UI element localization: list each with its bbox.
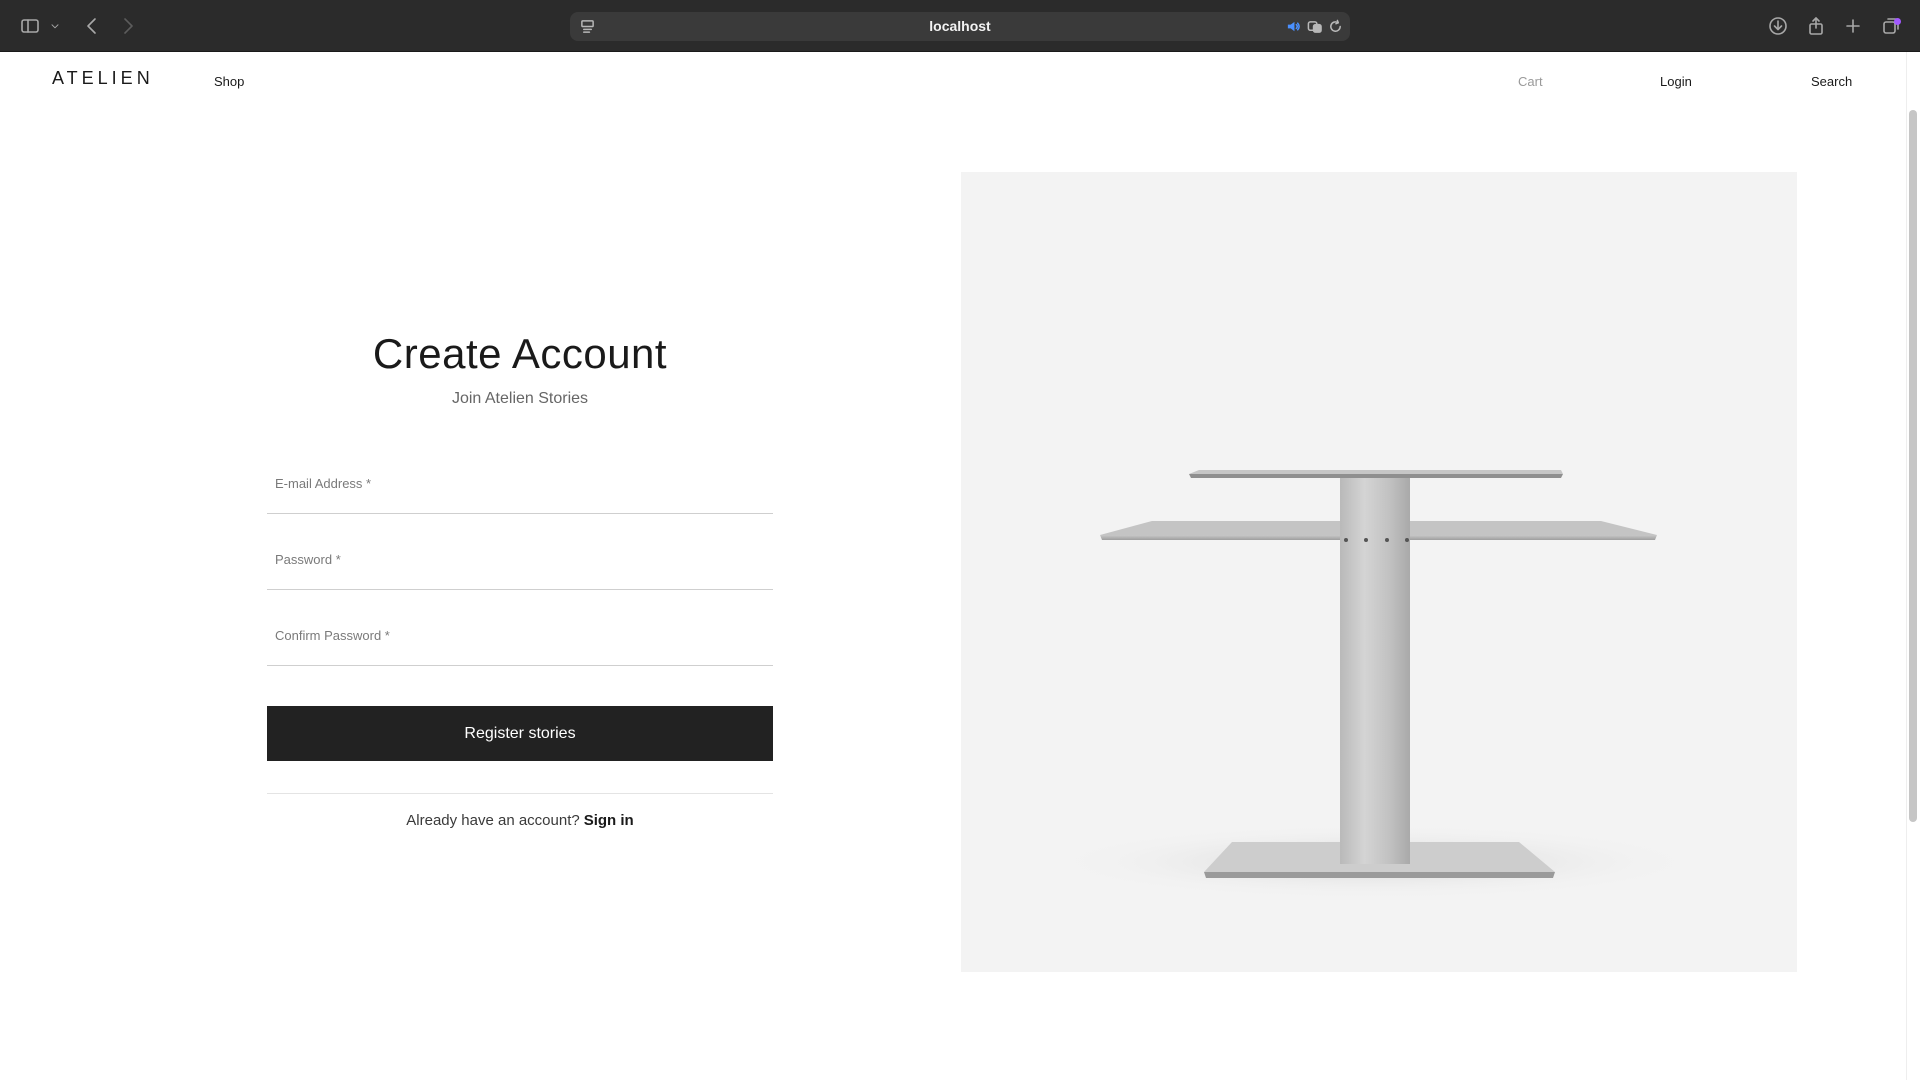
nav-cart[interactable]: Cart <box>1518 74 1543 89</box>
page-scrollbar[interactable] <box>1906 52 1920 1080</box>
signin-link[interactable]: Sign in <box>584 812 634 829</box>
product-image <box>961 172 1797 972</box>
translate-icon[interactable] <box>1305 17 1323 35</box>
site-header: ATELIEN Shop Cart Login Search <box>0 52 1906 112</box>
nav-login[interactable]: Login <box>1660 74 1692 89</box>
chevron-down-icon[interactable] <box>48 14 62 38</box>
tab-overview-icon[interactable] <box>1879 14 1903 38</box>
brand-logo[interactable]: ATELIEN <box>52 68 154 89</box>
signin-prompt: Already have an account? <box>406 812 580 829</box>
address-bar[interactable]: localhost <box>570 12 1350 41</box>
nav-shop[interactable]: Shop <box>214 74 244 89</box>
reload-icon[interactable] <box>1326 17 1344 35</box>
register-form: Create Account Join Atelien Stories Regi… <box>267 330 773 829</box>
forward-arrow-icon[interactable] <box>116 14 140 38</box>
page-title: Create Account <box>372 330 668 377</box>
downloads-icon[interactable] <box>1766 14 1790 38</box>
url-text: localhost <box>929 18 991 34</box>
new-tab-icon[interactable] <box>1841 14 1865 38</box>
browser-toolbar: localhost <box>0 0 1920 52</box>
password-field[interactable] <box>267 529 773 589</box>
share-icon[interactable] <box>1804 14 1828 38</box>
email-field-wrapper <box>267 438 773 514</box>
back-arrow-icon[interactable] <box>80 14 104 38</box>
confirm-password-field[interactable] <box>267 605 773 665</box>
form-fields <box>267 438 773 666</box>
register-button[interactable]: Register stories <box>267 706 773 761</box>
divider <box>267 793 773 794</box>
audio-playing-icon[interactable] <box>1284 17 1302 35</box>
sidebar-toggle-icon[interactable] <box>18 14 42 38</box>
page-subtitle: Join Atelien Stories <box>451 390 589 407</box>
notification-dot <box>1894 18 1901 25</box>
signin-row: Already have an account? Sign in <box>267 812 773 829</box>
confirm-password-field-wrapper <box>267 590 773 666</box>
metal-table-illustration <box>1045 470 1705 900</box>
email-field[interactable] <box>267 453 773 513</box>
nav-search[interactable]: Search <box>1811 74 1852 89</box>
scrollbar-thumb[interactable] <box>1909 110 1917 822</box>
password-field-wrapper <box>267 514 773 590</box>
